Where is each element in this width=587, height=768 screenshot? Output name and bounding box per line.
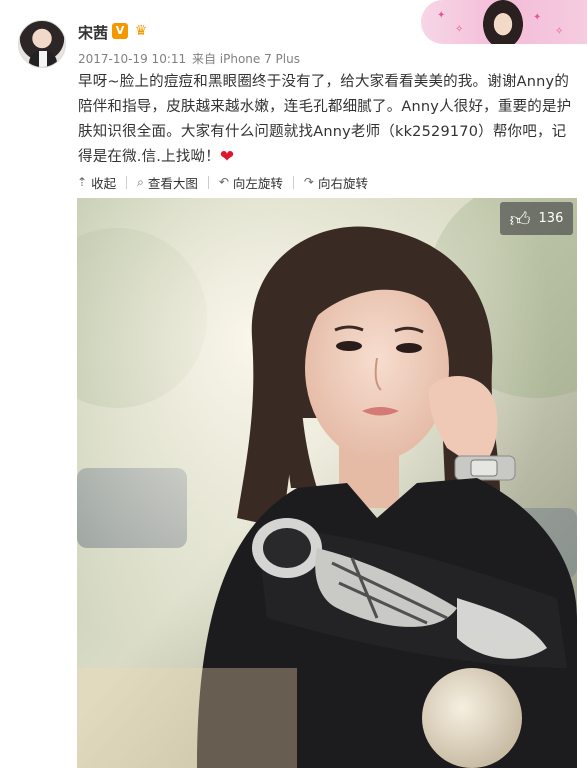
post-meta: 2017-10-19 10:11 来自 iPhone 7 Plus xyxy=(78,50,302,67)
toolbar-divider xyxy=(126,175,128,189)
rotate-right-label: 向右旋转 xyxy=(317,175,368,191)
toolbar-divider xyxy=(207,175,209,189)
collapse-button[interactable]: ⇡ 收起 xyxy=(77,173,116,192)
like-button[interactable]: 👍︎ 136 xyxy=(500,202,573,235)
post-photo[interactable]: 👍︎ 136 xyxy=(77,198,577,768)
photo-illustration xyxy=(77,198,577,768)
heart-icon: ❤ xyxy=(219,147,235,167)
avatar[interactable] xyxy=(18,20,66,68)
magnifier-icon: ⌕ xyxy=(137,174,144,189)
avatar-shirt xyxy=(39,51,47,67)
rotate-left-icon: ↶ xyxy=(218,175,229,189)
thumbs-up-icon: 👍︎ xyxy=(509,206,531,231)
post-text: 早呀~脸上的痘痘和黑眼圈终于没有了，给大家看看美美的我。谢谢Anny的陪伴和指导… xyxy=(78,70,578,170)
profile-decoration-banner: ✦ ✧ ✦ ✧ xyxy=(421,0,587,44)
rotate-left-button[interactable]: ↶ 向左旋转 xyxy=(219,173,283,192)
view-large-button[interactable]: ⌕ 查看大图 xyxy=(137,173,198,192)
sparkle-icon: ✧ xyxy=(555,26,564,37)
banner-portrait xyxy=(483,0,523,44)
like-count: 136 xyxy=(538,211,564,226)
username[interactable]: 宋茜 xyxy=(78,22,108,43)
rotate-right-button[interactable]: ↷ 向右旋转 xyxy=(304,173,368,192)
sparkle-icon: ✦ xyxy=(437,10,446,21)
post-source: 来自 iPhone 7 Plus xyxy=(191,52,300,66)
view-large-label: 查看大图 xyxy=(147,175,198,191)
rotate-left-label: 向左旋转 xyxy=(232,175,283,191)
sparkle-icon: ✧ xyxy=(455,24,464,35)
rotate-right-icon: ↷ xyxy=(303,175,314,189)
verified-badge-icon: V xyxy=(112,23,128,39)
media-toolbar: ⇡ 收起 ⌕ 查看大图 ↶ 向左旋转 ↷ 向右旋转 xyxy=(77,171,378,193)
post-timestamp[interactable]: 2017-10-19 10:11 xyxy=(78,52,186,66)
post-text-body: 早呀~脸上的痘痘和黑眼圈终于没有了，给大家看看美美的我。谢谢Anny的陪伴和指导… xyxy=(78,74,572,165)
sparkle-icon: ✦ xyxy=(533,12,542,23)
arrow-up-icon: ⇡ xyxy=(77,175,88,189)
collapse-label: 收起 xyxy=(91,175,117,191)
member-crown-icon: ♛ xyxy=(134,23,148,39)
toolbar-divider xyxy=(292,175,294,189)
